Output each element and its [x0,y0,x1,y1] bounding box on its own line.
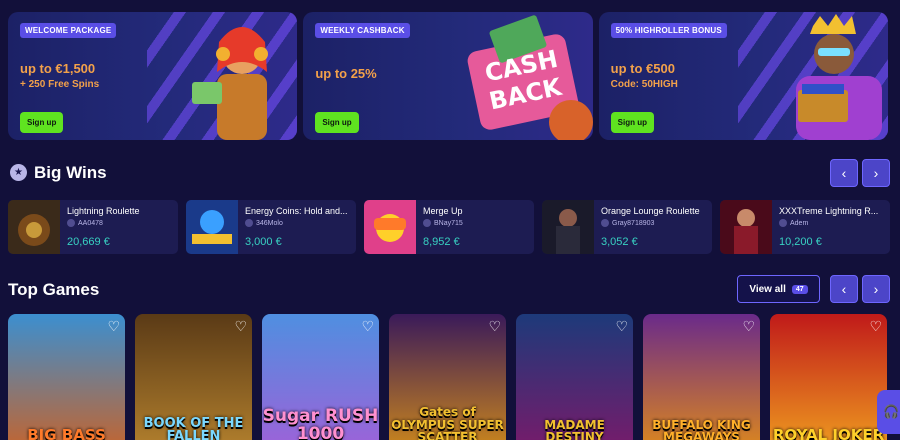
big-win-card[interactable]: Orange Lounge Roulette Gray8718903 3,052… [542,200,712,254]
big-wins-title: Big Wins [34,163,107,182]
win-username: 346Molo [256,219,283,227]
game-tile[interactable]: ♡ Gates of OLYMPUS SUPER SCATTER [389,314,506,440]
top-games-list: ♡ BIG BASS ♡ BOOK OF THE FALLEN ♡ Sugar … [8,314,890,440]
favorite-heart-icon[interactable]: ♡ [742,319,755,333]
game-title: ROYAL JOKER [772,426,885,440]
signup-button[interactable]: Sign up [610,112,654,133]
win-amount: 20,669 € [67,236,110,248]
win-user: Adem [779,219,808,227]
promo-welcome-illustration [192,27,269,140]
win-username: BNay715 [434,219,463,227]
favorite-heart-icon[interactable]: ♡ [488,319,501,333]
user-icon [779,219,787,227]
promo-headline: up to €1,500 [20,61,96,76]
win-game-name: XXXTreme Lightning R... [779,206,879,216]
big-win-card[interactable]: Lightning Roulette AA0478 20,669 € [8,200,178,254]
win-username: Adem [790,219,809,227]
headset-icon: 🎧 [883,404,900,419]
game-thumbnail [720,200,772,254]
promo-subline: + 250 Free Spins [20,79,100,90]
favorite-heart-icon[interactable]: ♡ [361,319,374,333]
win-user: AA0478 [67,219,103,227]
game-tile[interactable]: ♡ ROYAL JOKER [770,314,887,440]
promo-highroller[interactable]: 50% HIGHROLLER BONUS up to €500 Code: 50… [598,12,888,140]
user-icon [245,219,253,227]
game-title: BOOK OF THE FALLEN [143,415,244,440]
win-game-name: Orange Lounge Roulette [601,206,700,216]
win-amount: 3,000 € [245,236,282,248]
game-tile[interactable]: ♡ BUFFALO KING MEGAWAYS [643,314,760,440]
game-title: BUFFALO KING MEGAWAYS [652,417,751,440]
chevron-right-icon: › [873,281,879,297]
win-game-name: Lightning Roulette [67,206,140,216]
game-thumbnail [542,200,594,254]
promo-tag: WEEKLY CASHBACK [315,23,410,38]
promo-tag: WELCOME PACKAGE [20,23,117,38]
game-tile[interactable]: ♡ Sugar RUSH 1000 [262,314,379,440]
view-all-label: View all [749,283,786,295]
top-games-next-button[interactable]: › [862,275,890,303]
big-wins-prev-button[interactable]: ‹ [830,159,858,187]
top-games-prev-button[interactable]: ‹ [830,275,858,303]
game-title: Sugar RUSH 1000 [262,406,379,440]
game-tile[interactable]: ♡ BOOK OF THE FALLEN [135,314,252,440]
user-icon [423,219,431,227]
big-win-card[interactable]: Merge Up BNay715 8,952 € [364,200,534,254]
top-games-title: Top Games [8,280,100,299]
favorite-heart-icon[interactable]: ♡ [869,319,882,333]
support-chat-button[interactable]: 🎧 [877,390,900,434]
promo-banners: WELCOME PACKAGE up to €1,500 + 250 Free … [8,12,888,140]
game-thumbnail [364,200,416,254]
win-amount: 3,052 € [601,236,638,248]
favorite-heart-icon[interactable]: ♡ [107,319,120,333]
games-count-badge: 47 [791,284,808,294]
win-username: Gray8718903 [612,219,655,227]
game-title: MADAME DESTINY [544,417,605,440]
promo-welcome[interactable]: WELCOME PACKAGE up to €1,500 + 250 Free … [8,12,298,140]
chevron-left-icon: ‹ [841,281,847,297]
game-thumbnail [8,200,60,254]
promo-tag: 50% HIGHROLLER BONUS [610,23,727,38]
big-wins-next-button[interactable]: › [862,159,890,187]
win-amount: 8,952 € [423,236,460,248]
big-win-card[interactable]: Energy Coins: Hold and... 346Molo 3,000 … [186,200,356,254]
win-game-name: Energy Coins: Hold and... [245,206,348,216]
win-amount: 10,200 € [779,236,822,248]
win-user: 346Molo [245,219,283,227]
promo-highroller-illustration [795,14,882,140]
signup-button[interactable]: Sign up [315,112,359,133]
game-thumbnail [186,200,238,254]
big-win-card[interactable]: XXXTreme Lightning R... Adem 10,200 € [720,200,890,254]
signup-button[interactable]: Sign up [20,112,64,133]
game-tile[interactable]: ♡ MADAME DESTINY [516,314,633,440]
win-user: BNay715 [423,219,463,227]
favorite-heart-icon[interactable]: ♡ [615,319,628,333]
game-title: BIG BASS [27,426,106,440]
game-tile[interactable]: ♡ BIG BASS [8,314,125,440]
promo-headline: up to 25% [315,66,377,81]
promo-subline: Code: 50HIGH [610,79,678,90]
win-game-name: Merge Up [423,206,463,216]
star-icon: ★ [10,164,27,181]
chevron-right-icon: › [873,165,879,181]
game-title: Gates of OLYMPUS SUPER SCATTER [391,405,504,440]
win-user: Gray8718903 [601,219,654,227]
favorite-heart-icon[interactable]: ♡ [234,319,247,333]
promo-headline: up to €500 [610,61,675,76]
user-icon [601,219,609,227]
view-all-button[interactable]: View all 47 [737,275,820,303]
chevron-left-icon: ‹ [841,165,847,181]
promo-cashback-illustration: CASH BACK [467,15,593,140]
promo-cashback[interactable]: CASH BACK WEEKLY CASHBACK up to 25% Sign… [303,12,593,140]
user-icon [67,219,75,227]
big-wins-list: Lightning Roulette AA0478 20,669 € Energ… [8,200,890,254]
win-username: AA0478 [78,219,103,227]
